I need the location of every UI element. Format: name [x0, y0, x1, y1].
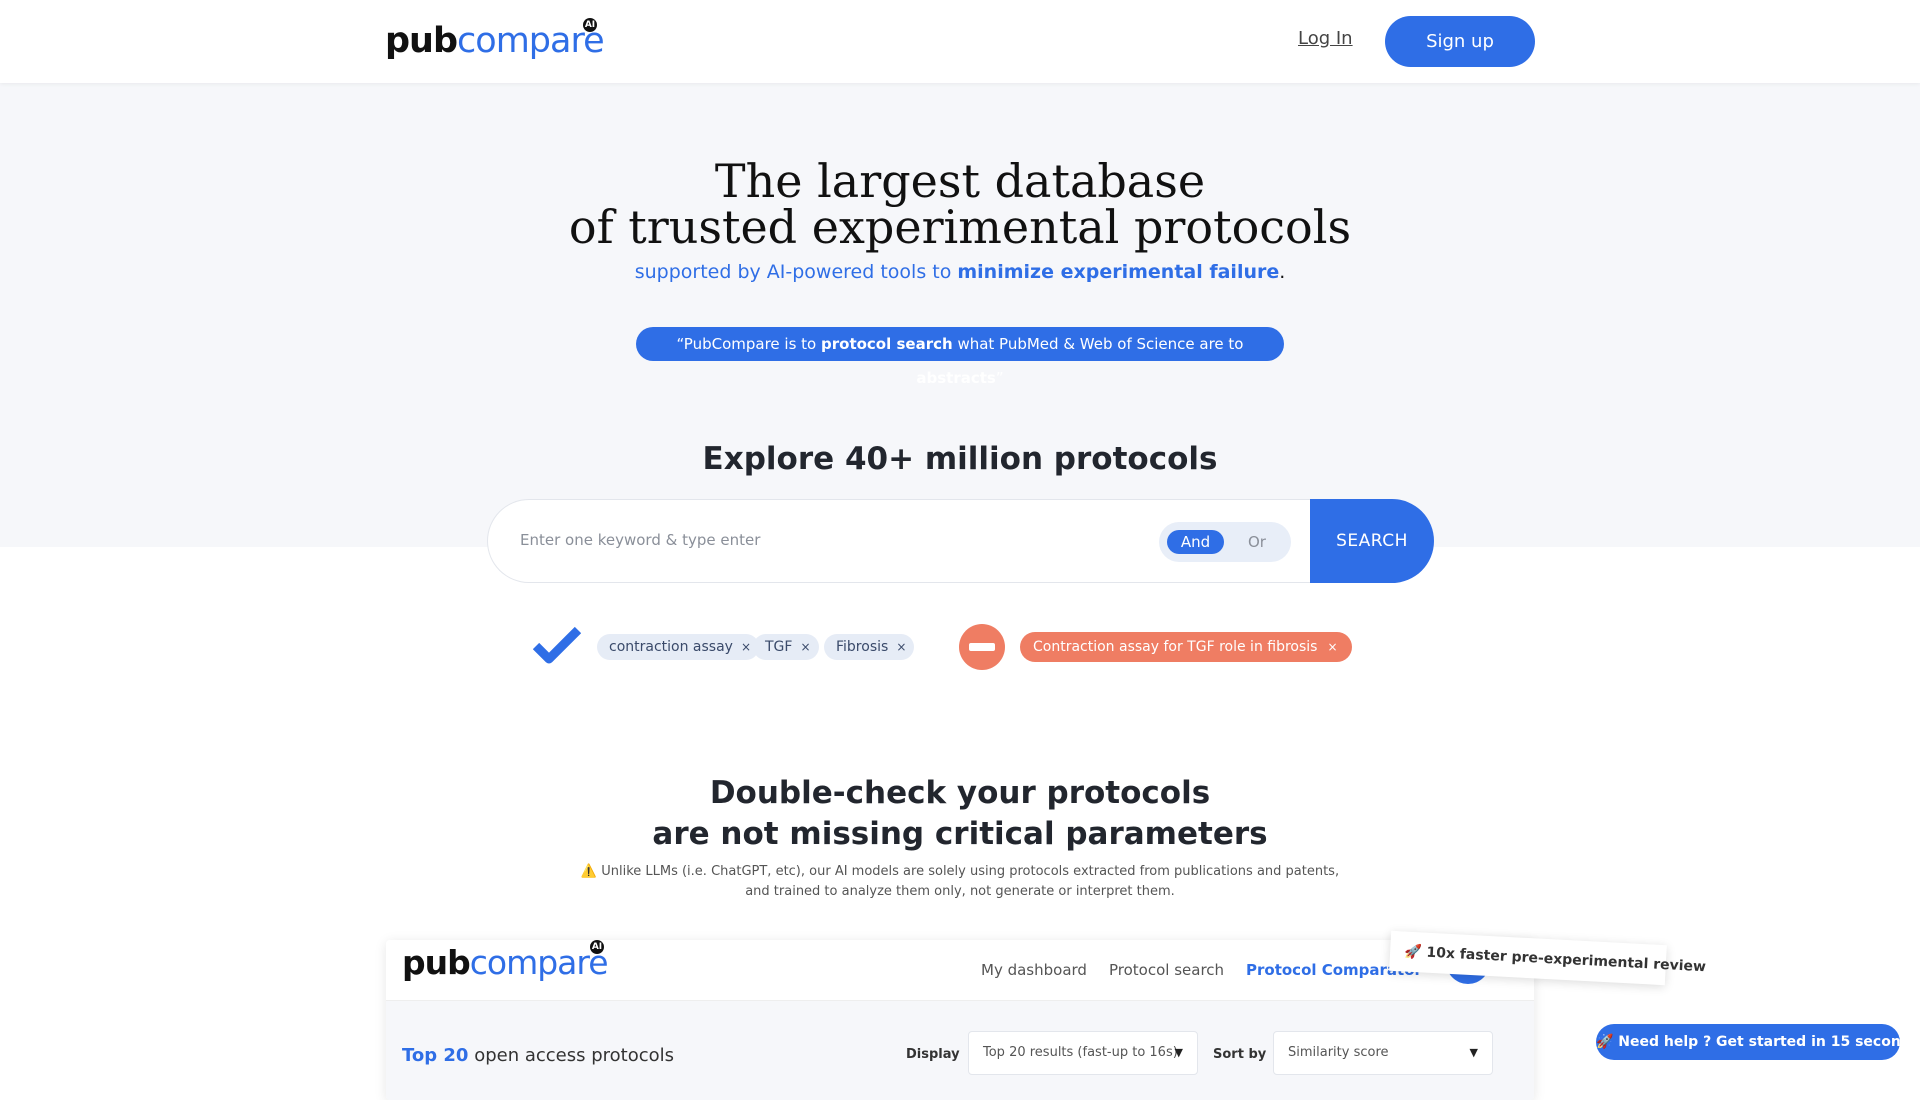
include-keyword-chip[interactable]: TGF × [753, 634, 819, 660]
search-input[interactable] [518, 530, 1122, 550]
chip-close-icon[interactable]: × [741, 640, 751, 654]
exclude-minus-icon [959, 624, 1005, 670]
explore-heading: Explore 40+ million protocols [702, 441, 1218, 477]
login-link[interactable]: Log In [1298, 28, 1353, 49]
preview-logo: pubcompare AI [402, 940, 609, 982]
search-bar: And Or [487, 499, 1312, 583]
chip-label: Contraction assay for TGF role in fibros… [1033, 639, 1318, 655]
double-check-heading-line-2: are not missing critical parameters [652, 816, 1268, 852]
hero-subtitle-text: supported by AI-powered tools to [634, 261, 958, 283]
hero-subtitle: supported by AI-powered tools to minimiz… [0, 261, 1920, 283]
quote-emphasis-1: protocol search [821, 335, 953, 353]
chip-label: TGF [765, 639, 793, 655]
app-preview-card: pubcompare AI My dashboard Protocol searc… [386, 940, 1534, 1100]
toggle-and-option[interactable]: And [1167, 530, 1224, 554]
chip-label: contraction assay [609, 639, 733, 655]
preview-logo-ai-badge: AI [590, 940, 604, 954]
and-or-toggle[interactable]: And Or [1159, 522, 1291, 562]
preview-nav-protocol-search[interactable]: Protocol search [1109, 961, 1224, 979]
chevron-down-icon: ▼ [1469, 1046, 1478, 1059]
signup-button[interactable]: Sign up [1385, 16, 1535, 67]
display-select[interactable]: Top 20 results (fast-up to 16s) ▼ [968, 1031, 1198, 1075]
need-help-button[interactable]: 🚀 Need help ? Get started in 15 seconds [1596, 1024, 1919, 1060]
preview-logo-compare: compare [469, 943, 609, 982]
sort-select[interactable]: Similarity score ▼ [1273, 1031, 1493, 1075]
hero-title: The largest database of trusted experime… [0, 158, 1920, 250]
hero-subtitle-emphasis: minimize experimental failure [957, 261, 1280, 283]
logo-ai-badge: AI [583, 18, 597, 32]
include-check-icon [533, 626, 581, 664]
display-select-value: Top 20 results (fast-up to 16s) [983, 1045, 1178, 1060]
quote-text-2: what PubMed & Web of Science are to [952, 335, 1244, 353]
tagline-quote-pill: “PubCompare is to protocol search what P… [636, 327, 1284, 387]
disclaimer-line-2: and trained to analyze them only, not ge… [745, 884, 1175, 899]
hero-subtitle-period: . [1279, 261, 1286, 283]
hero-background [0, 83, 1920, 547]
double-check-heading: Double-check your protocols are not miss… [0, 773, 1920, 855]
quote-text-1: “PubCompare is to [676, 335, 821, 353]
quote-text-3: ” [995, 369, 1004, 387]
toggle-or-option[interactable]: Or [1239, 530, 1275, 554]
preview-top20-heading: Top 20 open access protocols [402, 1045, 674, 1066]
chip-close-icon[interactable]: × [800, 640, 810, 654]
sort-label: Sort by [1213, 1047, 1267, 1062]
double-check-heading-line-1: Double-check your protocols [709, 775, 1211, 811]
top-header: pubcompare AI Log In Sign up [0, 0, 1920, 83]
chevron-down-icon: ▼ [1174, 1046, 1183, 1059]
llm-disclaimer: ⚠️ Unlike LLMs (i.e. ChatGPT, etc), our … [0, 862, 1920, 902]
chip-close-icon[interactable]: × [896, 640, 906, 654]
preview-nav-dashboard[interactable]: My dashboard [981, 961, 1087, 979]
top20-rest: open access protocols [468, 1045, 675, 1066]
quote-emphasis-2: abstracts [916, 369, 996, 387]
search-button[interactable]: SEARCH [1310, 499, 1434, 583]
chip-label: Fibrosis [836, 639, 889, 655]
include-keyword-chip[interactable]: contraction assay × [597, 634, 760, 660]
include-keyword-chip[interactable]: Fibrosis × [824, 634, 915, 660]
logo-pub-text: pub [385, 21, 458, 61]
preview-topbar: pubcompare AI My dashboard Protocol searc… [386, 940, 1534, 1001]
logo-compare-text: compare [457, 21, 605, 61]
sort-select-value: Similarity score [1288, 1045, 1389, 1060]
pubcompare-logo[interactable]: pubcompare AI [385, 18, 605, 61]
hero-title-line-1: The largest database [714, 154, 1206, 208]
top20-highlight: Top 20 [402, 1045, 469, 1066]
preview-logo-pub: pub [402, 943, 471, 982]
hero-title-line-2: of trusted experimental protocols [568, 200, 1352, 254]
disclaimer-line-1: ⚠️ Unlike LLMs (i.e. ChatGPT, etc), our … [580, 864, 1340, 879]
exclude-keyword-chip[interactable]: Contraction assay for TGF role in fibros… [1020, 632, 1352, 662]
display-label: Display [906, 1047, 960, 1062]
chip-close-icon[interactable]: × [1327, 640, 1337, 654]
